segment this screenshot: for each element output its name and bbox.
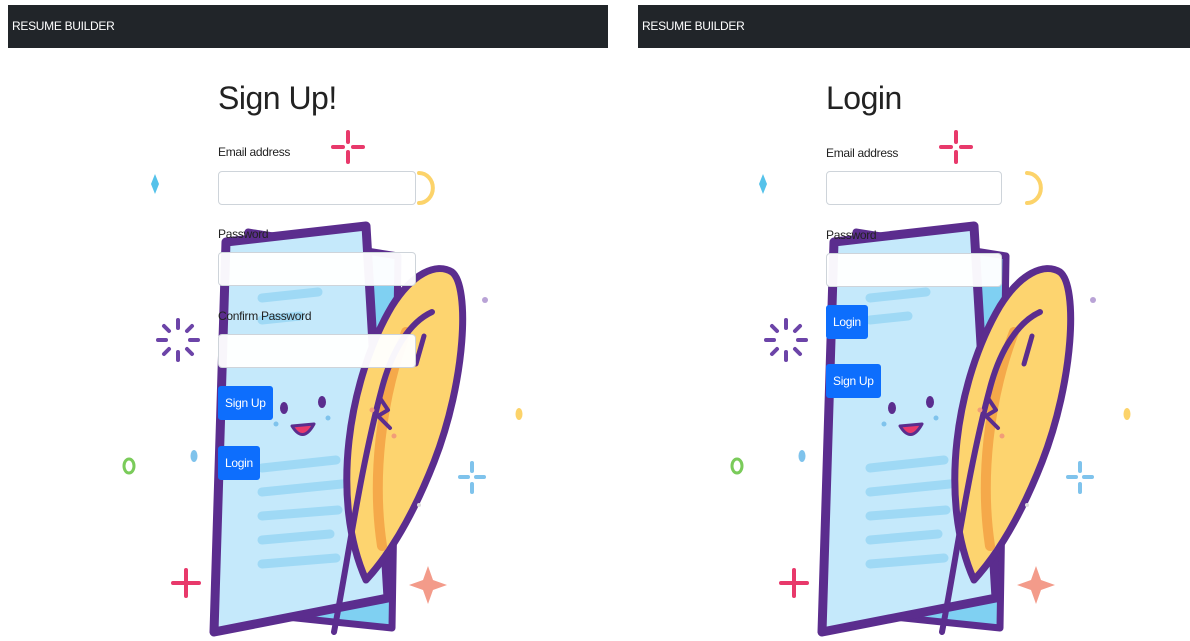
page-title: Sign Up! [218, 80, 337, 116]
password-label: Password [218, 227, 269, 241]
password-label: Password [826, 228, 877, 242]
confirm-password-input[interactable] [218, 334, 416, 368]
sign-up-button[interactable]: Sign Up [218, 386, 273, 420]
login-form: Login Email address Password Login Sign … [608, 0, 1190, 641]
email-label: Email address [218, 145, 291, 159]
login-button[interactable]: Login [826, 305, 868, 339]
email-label: Email address [826, 146, 899, 160]
sign-up-button[interactable]: Sign Up [826, 364, 881, 398]
login-panel: RESUME BUILDER Login Email address Passw… [608, 0, 1190, 641]
confirm-password-label: Confirm Password [218, 309, 312, 323]
page-title: Login [826, 80, 902, 116]
email-input[interactable] [826, 171, 1002, 205]
signup-form: Sign Up! Email address Password Confirm … [0, 0, 608, 641]
password-input[interactable] [826, 253, 1002, 287]
login-button[interactable]: Login [218, 446, 260, 480]
signup-panel: RESUME BUILDER Sign Up! Email address Pa… [0, 0, 608, 641]
email-input[interactable] [218, 171, 416, 205]
password-input[interactable] [218, 252, 416, 286]
